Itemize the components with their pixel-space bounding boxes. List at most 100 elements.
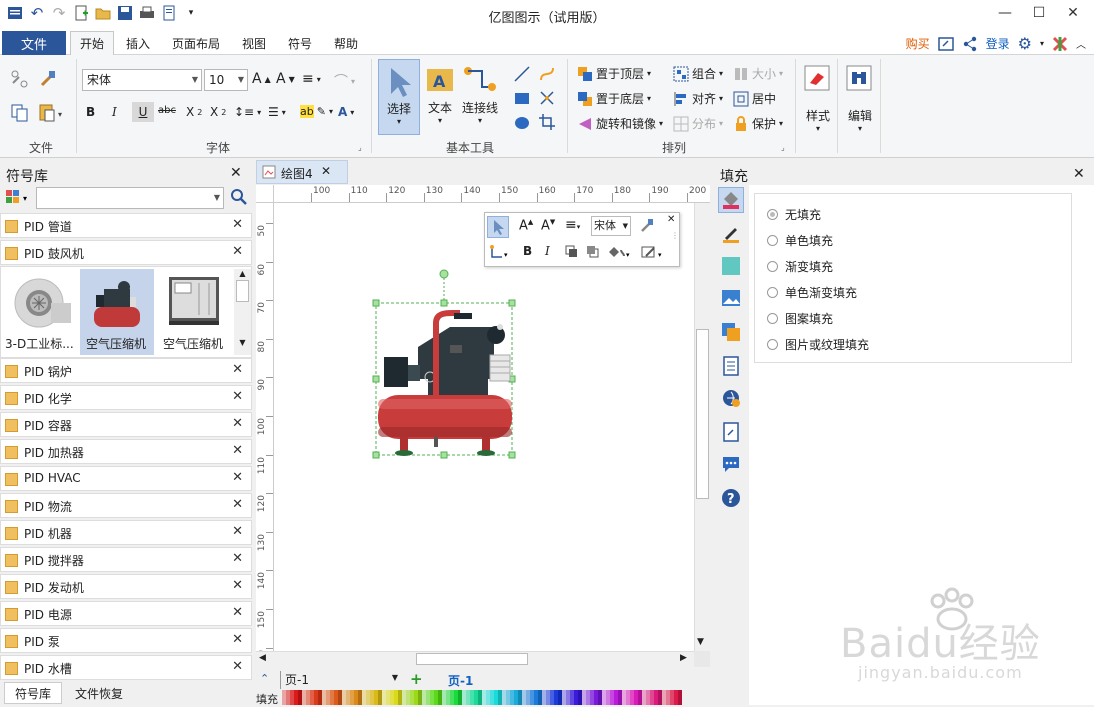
page-selector[interactable]: 页-1 ▼	[280, 671, 400, 689]
fill-option[interactable]: 单色填充	[767, 232, 833, 249]
fill-option[interactable]: 图案填充	[767, 310, 833, 327]
library-section[interactable]: PID 搅拌器 ✕	[0, 547, 252, 572]
theme-icon[interactable]	[1052, 36, 1068, 52]
arrange-dialog-launcher-icon[interactable]: ⌟	[781, 143, 785, 152]
align-button[interactable]: 对齐 ▾	[673, 90, 723, 107]
library-menu-icon[interactable]: ▾	[4, 188, 32, 206]
radio-button[interactable]	[767, 235, 778, 246]
tab-symbol-library[interactable]: 符号库	[4, 682, 62, 704]
rectangle-tool-icon[interactable]	[513, 89, 531, 107]
underline-icon[interactable]: U	[132, 102, 154, 122]
mini-shrink-font-icon[interactable]: A▼	[541, 218, 555, 233]
close-section-icon[interactable]: ✕	[232, 497, 243, 512]
close-section-icon[interactable]: ✕	[232, 659, 243, 674]
symbol-air-compressor-2[interactable]: 空气压缩机	[157, 269, 231, 355]
italic-icon[interactable]: I	[112, 105, 117, 119]
radio-button[interactable]	[767, 209, 778, 220]
page-nav-up-icon[interactable]: ⌃	[260, 672, 269, 685]
mini-toolbar-grip-icon[interactable]: ⋮	[671, 231, 679, 240]
scroll-left-icon[interactable]: ◀	[259, 653, 266, 663]
rotate-mirror-button[interactable]: 旋转和镜像 ▾	[577, 115, 663, 132]
login-link[interactable]: 登录	[986, 35, 1010, 52]
mini-italic-icon[interactable]: I	[545, 244, 550, 258]
grow-font-icon[interactable]: A ▲	[252, 71, 271, 87]
image-icon[interactable]	[718, 285, 744, 311]
tab-insert[interactable]: 插入	[118, 31, 158, 55]
radio-button[interactable]	[767, 313, 778, 324]
radio-button[interactable]	[767, 287, 778, 298]
collapse-ribbon-icon[interactable]: ︿	[1076, 36, 1086, 51]
buy-link[interactable]: 购买	[906, 35, 930, 52]
tab-file-recovery[interactable]: 文件恢复	[68, 682, 130, 704]
bring-to-front-button[interactable]: 置于顶层 ▾	[577, 65, 651, 82]
tab-help[interactable]: 帮助	[326, 31, 366, 55]
close-section-icon[interactable]: ✕	[232, 416, 243, 431]
library-section-pid-blowers[interactable]: PID 鼓风机 ✕	[0, 240, 252, 265]
share-icon[interactable]	[962, 36, 978, 52]
font-name-select[interactable]: 宋体 ▼	[82, 69, 202, 91]
close-section-icon[interactable]: ✕	[232, 524, 243, 539]
line-tool-icon[interactable]	[513, 65, 531, 83]
close-section-icon[interactable]: ✕	[232, 551, 243, 566]
shadow-icon[interactable]	[718, 253, 744, 279]
minimize-icon[interactable]: —	[990, 2, 1020, 24]
close-icon[interactable]: ✕	[1058, 2, 1088, 24]
library-section[interactable]: PID 锅炉 ✕	[0, 358, 252, 383]
paste-icon[interactable]: ▾	[38, 103, 66, 123]
help-icon[interactable]: ?	[718, 485, 744, 511]
close-section-icon[interactable]: ✕	[232, 605, 243, 620]
hyperlink-icon[interactable]	[718, 385, 744, 411]
air-compressor-shape[interactable]	[372, 269, 516, 462]
close-tab-icon[interactable]: ✕	[321, 164, 331, 178]
close-fill-panel-icon[interactable]: ✕	[1073, 166, 1085, 182]
close-section-icon[interactable]: ✕	[232, 389, 243, 404]
mini-send-back-icon[interactable]	[586, 245, 600, 259]
shrink-font-icon[interactable]: A ▼	[276, 71, 295, 87]
close-section-icon[interactable]: ✕	[232, 362, 243, 377]
library-section[interactable]: PID 水槽 ✕	[0, 655, 252, 680]
horizontal-scroll-thumb[interactable]	[416, 653, 528, 665]
library-section[interactable]: PID 泵 ✕	[0, 628, 252, 653]
current-page-tab[interactable]: 页-1	[448, 672, 473, 689]
strikethrough-icon[interactable]: abc	[158, 105, 176, 116]
scroll-down-icon[interactable]: ▼	[697, 637, 704, 647]
vertical-scroll-thumb[interactable]	[696, 329, 709, 499]
distribute-button[interactable]: 分布 ▾	[673, 115, 723, 132]
library-search-input[interactable]: ▼	[36, 187, 224, 209]
line-style-icon[interactable]	[718, 221, 744, 247]
copy-icon[interactable]	[10, 103, 30, 123]
tab-home[interactable]: 开始	[70, 31, 114, 55]
group-button[interactable]: 组合 ▾	[673, 65, 723, 82]
fill-option[interactable]: 图片或纹理填充	[767, 336, 869, 353]
library-section[interactable]: PID 化学 ✕	[0, 385, 252, 410]
tab-view[interactable]: 视图	[234, 31, 274, 55]
mini-bold-icon[interactable]: B	[523, 244, 532, 258]
scroll-right-icon[interactable]: ▶	[680, 653, 687, 663]
library-section[interactable]: PID 加热器 ✕	[0, 439, 252, 464]
symbol-air-compressor-1[interactable]: 空气压缩机	[80, 269, 154, 355]
mini-grow-font-icon[interactable]: A▲	[519, 218, 533, 233]
crop-tool-icon[interactable]	[538, 113, 556, 131]
close-section-icon[interactable]: ✕	[232, 470, 243, 485]
search-icon[interactable]	[230, 188, 248, 206]
fill-option[interactable]: 无填充	[767, 206, 821, 223]
close-section-icon[interactable]: ✕	[232, 632, 243, 647]
font-dialog-launcher-icon[interactable]: ⌟	[358, 143, 362, 152]
library-section[interactable]: PID 电源 ✕	[0, 601, 252, 626]
text-highlight-icon[interactable]: ab ✎ ▾	[300, 105, 333, 118]
brush-icon[interactable]	[38, 69, 58, 89]
layers-icon[interactable]	[718, 319, 744, 345]
subscript-icon[interactable]: X2	[186, 105, 202, 119]
color-swatch[interactable]	[678, 690, 682, 705]
symbol-3d-industrial[interactable]: 3-D工业标...	[3, 269, 77, 355]
mini-format-painter-icon[interactable]	[639, 217, 655, 233]
line-spacing-icon[interactable]: ↕≡ ▾	[234, 105, 261, 119]
drawing-page[interactable]: A▲ A▼ ≡▾ 宋体 ▼ ✕ ⋮ ▾ B I ▾ ▾	[274, 203, 694, 651]
page-list-icon[interactable]	[718, 353, 744, 379]
format-painter-icon[interactable]	[10, 69, 30, 89]
library-section[interactable]: PID 容器 ✕	[0, 412, 252, 437]
style-button[interactable]: 样式 ▾	[802, 63, 834, 147]
mini-align-icon[interactable]: ≡▾	[565, 217, 580, 233]
paragraph-align-icon[interactable]: ≡ ▾	[302, 71, 321, 87]
settings-gear-icon[interactable]: ⚙	[1018, 34, 1032, 53]
